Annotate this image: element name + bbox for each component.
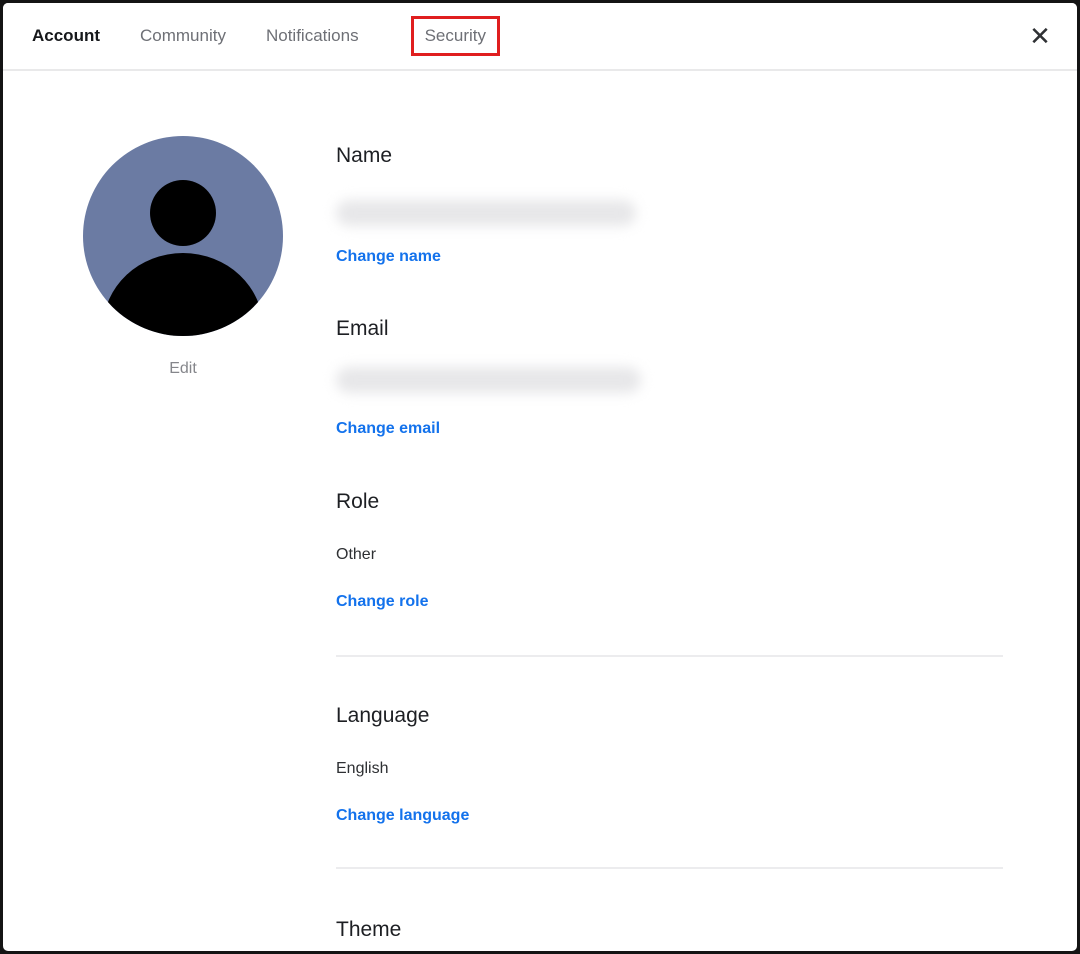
- tab-bar: Account Community Notifications Security…: [3, 3, 1077, 71]
- account-settings-modal: Account Community Notifications Security…: [0, 0, 1080, 954]
- language-heading: Language: [336, 704, 429, 728]
- security-tab-highlight-box: Security: [411, 16, 500, 56]
- email-heading: Email: [336, 317, 389, 341]
- theme-heading: Theme: [336, 918, 401, 942]
- role-heading: Role: [336, 490, 379, 514]
- change-email-link[interactable]: Change email: [336, 420, 440, 438]
- role-value: Other: [336, 546, 376, 564]
- close-icon: ✕: [1029, 21, 1051, 52]
- tab-community[interactable]: Community: [140, 26, 226, 46]
- avatar[interactable]: [83, 136, 283, 336]
- tab-security[interactable]: Security: [425, 26, 486, 46]
- name-value-redacted: [336, 200, 636, 226]
- avatar-edit-label[interactable]: Edit: [83, 360, 283, 378]
- person-icon: [150, 180, 216, 246]
- person-icon: [103, 253, 263, 336]
- change-name-link[interactable]: Change name: [336, 248, 441, 266]
- close-button[interactable]: ✕: [1023, 19, 1057, 53]
- name-heading: Name: [336, 144, 392, 168]
- divider: [336, 655, 1003, 657]
- change-language-link[interactable]: Change language: [336, 807, 469, 825]
- change-role-link[interactable]: Change role: [336, 593, 428, 611]
- divider: [336, 867, 1003, 869]
- language-value: English: [336, 760, 388, 778]
- tab-notifications[interactable]: Notifications: [266, 26, 359, 46]
- tab-account[interactable]: Account: [32, 26, 100, 46]
- email-value-redacted: [336, 367, 641, 393]
